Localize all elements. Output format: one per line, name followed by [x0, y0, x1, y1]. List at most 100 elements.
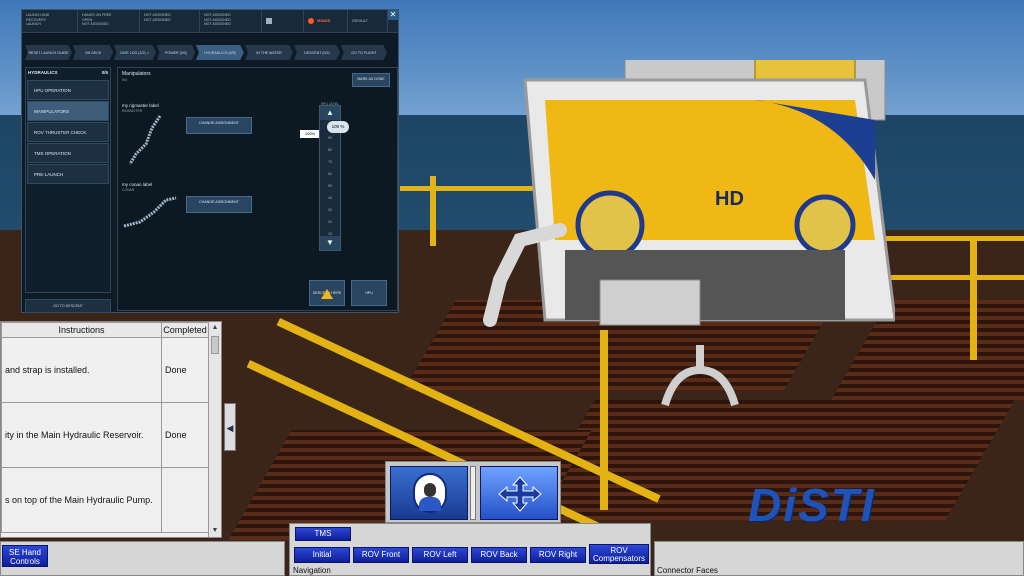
- step-power[interactable]: POWER (0/0): [157, 45, 195, 60]
- sidebar-item-tms-operation[interactable]: TMS OPERATION: [27, 143, 109, 163]
- layout-dropdown[interactable]: DEFAULT: [348, 10, 388, 32]
- collapse-panel-icon[interactable]: ◀: [224, 403, 236, 451]
- level-readout-small: 100%: [300, 130, 320, 138]
- sidebar-item-label: TMS OPERATION: [34, 150, 71, 156]
- scroll-up-icon[interactable]: ▲: [209, 322, 221, 334]
- assignment-cell[interactable]: HANDS ON FREE OPEN NOT ASSIGNED: [78, 10, 140, 32]
- instruction-text: s on top of the Main Hydraulic Pump.: [1, 467, 162, 533]
- scroll-down-icon[interactable]: ▼: [209, 525, 221, 537]
- nav-rov-compensators-button[interactable]: ROV Compensators: [589, 544, 649, 564]
- assignment-cell[interactable]: NOT ASSIGNED NOT ASSIGNED NOT ASSIGNED: [200, 10, 262, 32]
- hpu-button[interactable]: HPU: [351, 280, 387, 306]
- nav-initial-button[interactable]: Initial: [294, 547, 350, 563]
- slider-tick: 90: [328, 136, 332, 140]
- step-go-to-flight[interactable]: GO TO FLIGHT: [341, 45, 387, 60]
- sidebar-item-label: MANIPULATORS: [34, 108, 70, 114]
- step-descent[interactable]: DESCENT (0/2): [294, 45, 340, 60]
- chevron-down-icon[interactable]: ▼: [320, 236, 340, 250]
- issues-button[interactable]: ISSUES: [304, 10, 348, 32]
- issues-icon: [308, 18, 314, 24]
- chevron-up-icon[interactable]: ▲: [320, 106, 340, 120]
- column-header-instructions[interactable]: Instructions: [1, 322, 162, 338]
- instruction-status: Done: [161, 337, 209, 403]
- manipulators-section: Manipulators 0/4 MARK AS DONE my rigmast…: [117, 67, 398, 311]
- view-divider-handle[interactable]: [470, 466, 476, 520]
- change-assignment-button[interactable]: CHANGE ASSIGNMENT: [186, 196, 252, 213]
- step-in-the-water[interactable]: IN THE WATER: [245, 45, 293, 60]
- close-icon[interactable]: ✕: [388, 10, 398, 20]
- launch-guide-panel: LAUNCH AND RECOVERY LAUNCH HANDS ON FREE…: [21, 9, 399, 313]
- assignment-cell[interactable]: NOT ASSIGNED NOT ASSIGNED: [140, 10, 200, 32]
- go-to-descent-button[interactable]: GO TO DESCENT: [25, 299, 111, 313]
- camera-selector: [385, 461, 561, 523]
- warning-icon: [321, 289, 333, 299]
- nav-rov-left-button[interactable]: ROV Left: [412, 547, 468, 563]
- slider-tick: 80: [328, 148, 332, 152]
- instruction-text: and strap is installed.: [1, 337, 162, 403]
- hand-controls-bar: SE Hand Controls: [0, 541, 285, 576]
- sidebar-item-label: HPU OPERATION: [34, 87, 71, 93]
- sidebar-title: HYDRAULICS: [28, 70, 58, 75]
- step-dive-log[interactable]: DIVE LOG (2/2) ✓: [114, 45, 156, 60]
- step-on-deck[interactable]: ON DECK: [73, 45, 113, 60]
- launch-steps-bar: RESET LAUNCH GUIDE ON DECK DIVE LOG (2/2…: [22, 45, 398, 60]
- sidebar-item-label: ROV THRUSTER CHECK: [34, 129, 87, 135]
- table-row[interactable]: and strap is installed. Done: [1, 337, 209, 403]
- rail-post: [970, 240, 977, 360]
- pilot-avatar-icon: [413, 473, 447, 513]
- nav-rov-front-button[interactable]: ROV Front: [353, 547, 409, 563]
- status-cell: [262, 10, 304, 32]
- sidebar-header: HYDRAULICS 0/5: [26, 68, 110, 79]
- hpu-label: HPU: [365, 291, 373, 295]
- instruction-status: [161, 467, 209, 533]
- nav-rov-right-button[interactable]: ROV Right: [530, 547, 586, 563]
- manipulator-arm: [483, 223, 567, 327]
- connector-faces-label: Connector Faces: [657, 566, 718, 575]
- scroll-thumb[interactable]: [211, 336, 219, 354]
- column-header-completed[interactable]: Completed: [161, 322, 209, 338]
- sidebar-item-manipulators[interactable]: MANIPULATORS: [27, 101, 109, 121]
- slider-tick: 30: [328, 208, 332, 212]
- slider-tick: 50: [328, 184, 332, 188]
- mode-line3: LAUNCH: [26, 22, 41, 26]
- panel-topbar: LAUNCH AND RECOVERY LAUNCH HANDS ON FREE…: [22, 10, 398, 33]
- table-row[interactable]: ity in the Main Hydraulic Reservoir. Don…: [1, 402, 209, 468]
- instruction-status: Done: [161, 402, 209, 468]
- mark-as-done-button[interactable]: MARK AS DONE: [352, 73, 390, 87]
- arm2-type: CONAN: [122, 188, 135, 192]
- sidebar-item-pre-launch[interactable]: PRE-LAUNCH: [27, 164, 109, 184]
- pilot-head: [424, 483, 436, 497]
- instruction-text: ity in the Main Hydraulic Reservoir.: [1, 402, 162, 468]
- pilot-view-button[interactable]: [390, 466, 468, 520]
- table-row[interactable]: s on top of the Main Hydraulic Pump.: [1, 467, 209, 533]
- slider-tick: 40: [328, 196, 332, 200]
- sidebar-item-hpu-operation[interactable]: HPU OPERATION: [27, 80, 109, 100]
- slider-tick: 60: [328, 172, 332, 176]
- rail-post: [600, 330, 608, 510]
- mode-cell[interactable]: LAUNCH AND RECOVERY LAUNCH: [22, 10, 78, 32]
- rail-post: [430, 176, 436, 246]
- assign-line3: NOT ASSIGNED: [204, 22, 231, 26]
- section-title: Manipulators: [122, 71, 151, 77]
- step-hydraulics[interactable]: HYDRAULICS (0/5): [196, 45, 244, 60]
- instructions-table-window: Instructions Completed and strap is inst…: [0, 321, 222, 538]
- free-camera-button[interactable]: [480, 466, 558, 520]
- slider-tick: 70: [328, 160, 332, 164]
- change-assignment-button[interactable]: CHANGE ASSIGNMENT: [186, 117, 252, 134]
- slider-tick: 20: [328, 220, 332, 224]
- sidebar-item-rov-thruster-check[interactable]: ROV THRUSTER CHECK: [27, 122, 109, 142]
- navigation-label: Navigation: [293, 566, 331, 575]
- arm1-type: RIGMASTER: [122, 109, 143, 113]
- section-progress: 0/4: [122, 78, 127, 82]
- assign-line2: NOT ASSIGNED: [144, 17, 171, 22]
- conan-arm-icon: [123, 196, 177, 228]
- pilot-body: [419, 497, 441, 511]
- se-hand-controls-button[interactable]: SE Hand Controls: [2, 545, 48, 567]
- issues-label: ISSUES: [317, 18, 331, 23]
- vertical-scrollbar[interactable]: ▲ ▼: [208, 322, 221, 537]
- layout-dropdown-label: DEFAULT: [352, 18, 368, 23]
- tms-button[interactable]: TMS: [295, 527, 351, 541]
- nav-rov-back-button[interactable]: ROV Back: [471, 547, 527, 563]
- step-reset-launch-guide[interactable]: RESET LAUNCH GUIDE: [25, 45, 72, 60]
- instructions-table: Instructions Completed and strap is inst…: [1, 322, 209, 533]
